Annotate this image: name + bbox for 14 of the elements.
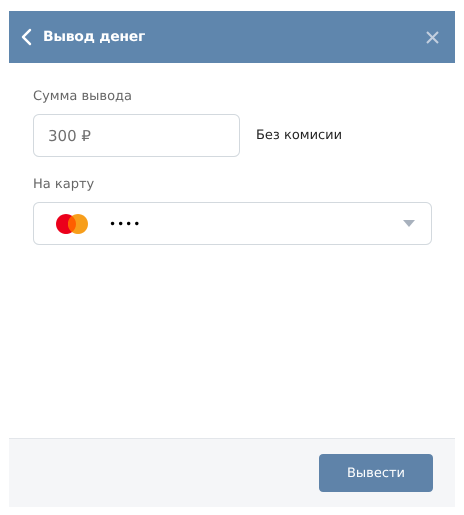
back-button[interactable] xyxy=(19,26,34,48)
card-number: •••• xyxy=(109,216,142,230)
field-label: Сумма вывода xyxy=(33,89,132,104)
card-select[interactable]: •••• xyxy=(33,202,432,245)
caret-icon xyxy=(403,220,415,227)
close-button[interactable] xyxy=(424,28,441,46)
field-label: На карту xyxy=(33,177,94,192)
back-icon xyxy=(21,28,32,46)
withdraw-button[interactable]: Вывести xyxy=(319,454,433,492)
amount-field[interactable]: 300 ₽ xyxy=(33,114,240,157)
card-logo-icon xyxy=(55,212,89,234)
close-icon xyxy=(426,30,439,44)
fee-note: Без комисии xyxy=(256,128,342,143)
dialog-title: Вывод денег xyxy=(43,29,146,45)
